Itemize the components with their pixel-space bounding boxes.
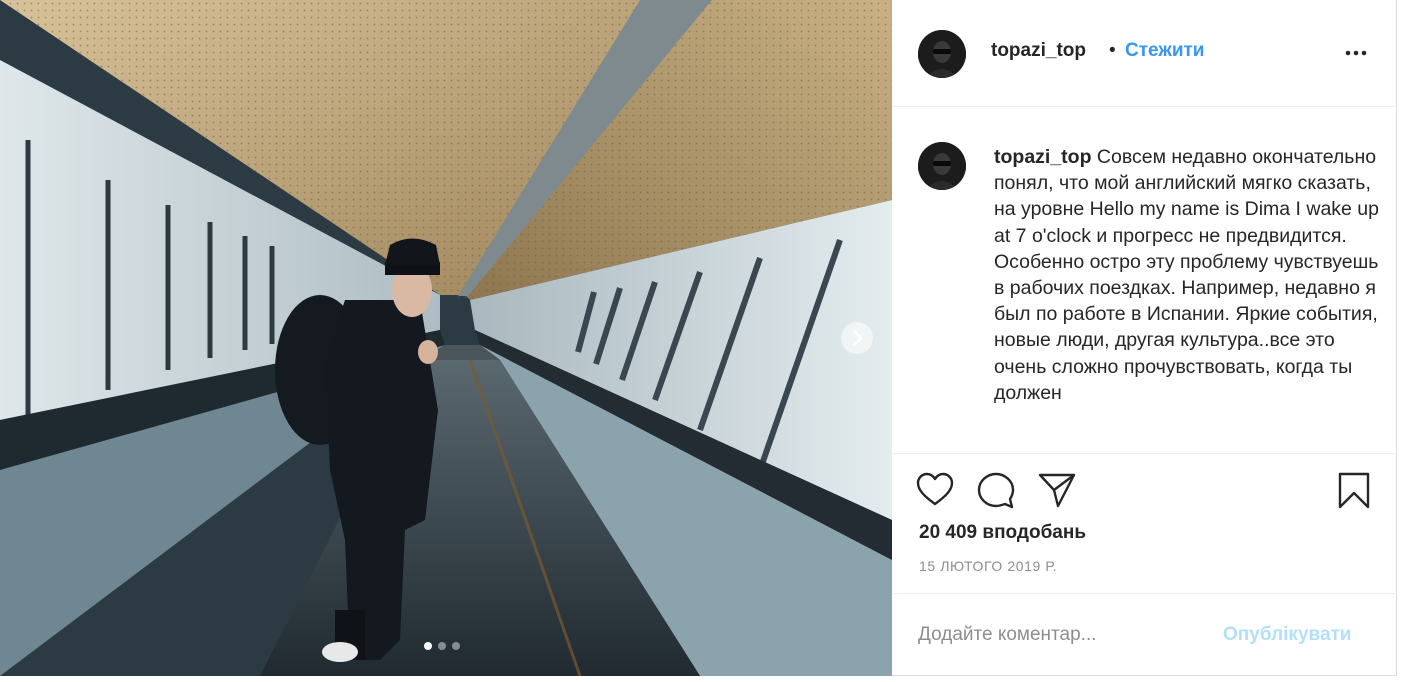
caption-author-avatar[interactable] [918,142,966,190]
post-details-panel: topazi_top • Стежити topazi_top Совсем н… [892,0,1397,676]
avatar-image [918,142,966,190]
caption-text: Совсем недавно окончательно понял, что м… [994,146,1379,404]
add-comment-form: Опублікувати [892,593,1397,676]
carousel-dot-active [424,642,432,650]
paper-plane-icon [1038,473,1076,508]
post-actions-bar [892,462,1397,518]
comment-input[interactable] [918,620,1208,650]
caption-section: topazi_top Совсем недавно окончательно п… [892,108,1397,454]
bookmark-icon [1338,472,1370,509]
heart-icon [916,472,954,506]
airport-walkway-photo [0,0,892,676]
carousel-indicator [424,642,460,652]
comment-button[interactable] [977,472,1015,515]
instagram-post: topazi_top • Стежити topazi_top Совсем н… [0,0,1402,682]
share-button[interactable] [1038,472,1076,513]
chevron-right-icon [852,329,863,347]
follow-button[interactable]: Стежити [1125,40,1204,62]
like-button[interactable] [916,472,954,513]
carousel-dot [438,642,446,650]
more-options-button[interactable] [1342,42,1370,64]
post-photo[interactable] [0,0,892,676]
carousel-dot [452,642,460,650]
author-username-link[interactable]: topazi_top [991,40,1086,62]
comment-icon [977,472,1015,509]
publish-comment-button[interactable]: Опублікувати [1223,624,1352,646]
post-caption: topazi_top Совсем недавно окончательно п… [994,144,1382,406]
post-header: topazi_top • Стежити [892,0,1397,107]
separator-dot: • [1109,40,1116,61]
save-button[interactable] [1337,472,1371,515]
likes-count[interactable]: 20 409 вподобань [919,522,1086,544]
caption-username-link[interactable]: topazi_top [994,146,1092,168]
avatar-image [918,30,966,78]
carousel-next-button[interactable] [841,322,873,354]
post-date[interactable]: 15 ЛЮТОГО 2019 Р. [919,558,1057,574]
author-avatar[interactable] [918,30,966,78]
more-options-icon [1345,50,1367,56]
